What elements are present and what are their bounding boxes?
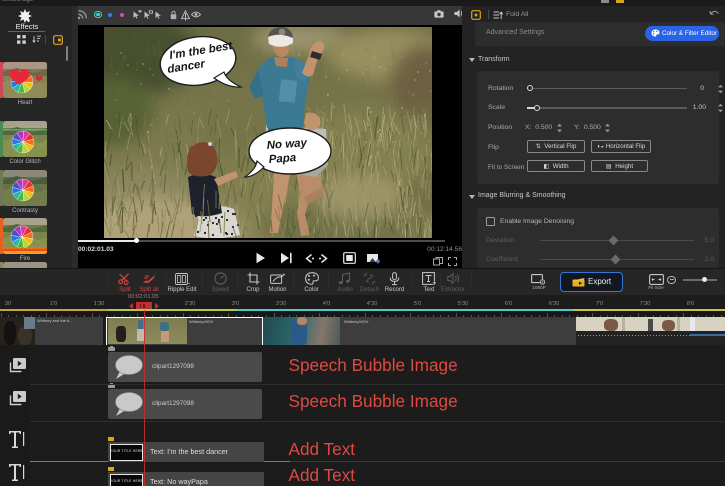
svg-text:Papa: Papa (268, 152, 297, 166)
